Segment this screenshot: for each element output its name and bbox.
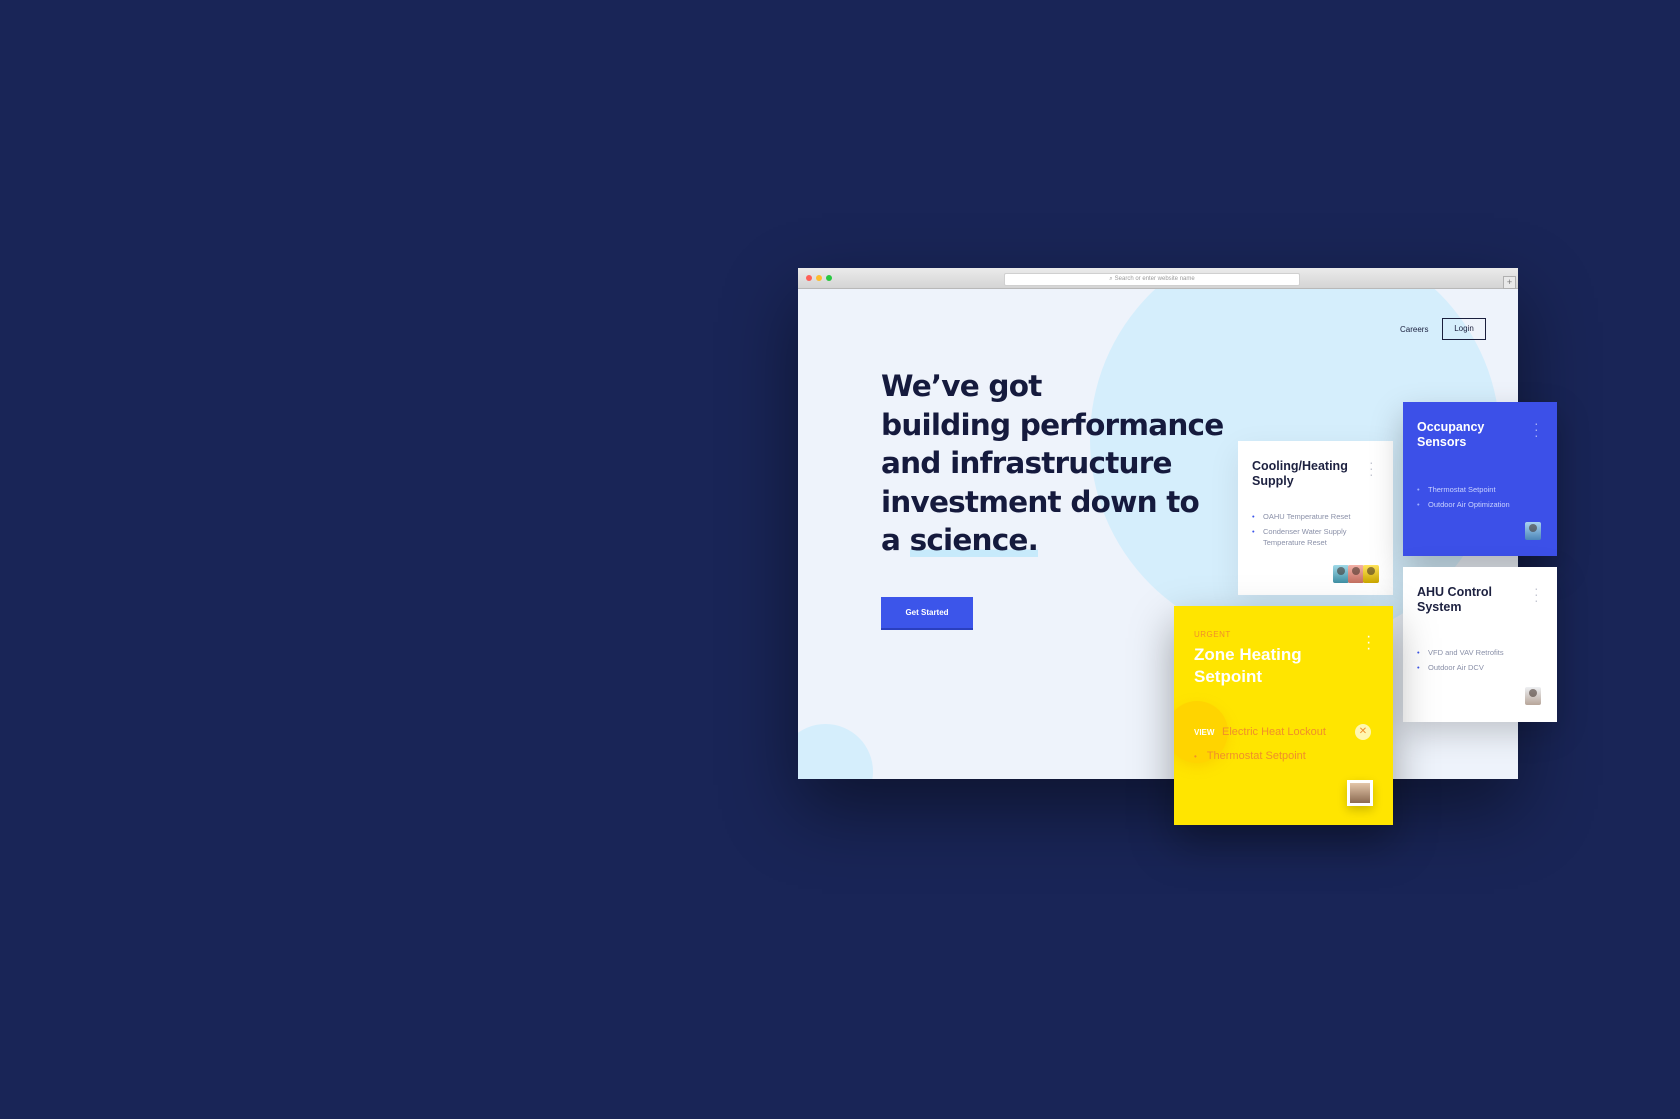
view-link[interactable]: VIEW [1194, 728, 1214, 737]
urgent-tag: URGENT [1194, 630, 1231, 639]
new-tab-button[interactable]: + [1503, 276, 1516, 289]
avatar [1363, 565, 1379, 583]
card-list: Thermostat Setpoint Outdoor Air Optimiza… [1417, 484, 1547, 514]
more-vertical-icon[interactable]: · · · [1534, 581, 1539, 607]
more-vertical-icon[interactable]: · · · [1366, 629, 1371, 657]
close-window-button[interactable] [806, 275, 812, 281]
headline-line-4: investment down to [881, 484, 1200, 519]
avatar [1348, 565, 1364, 583]
card-title: Cooling/Heating Supply [1252, 459, 1348, 488]
avatar [1525, 687, 1541, 705]
list-item: VFD and VAV Retrofits [1417, 647, 1547, 658]
address-bar[interactable]: ⌕ Search or enter website name [1004, 273, 1300, 286]
get-started-button[interactable]: Get Started [881, 597, 973, 628]
card-list: VFD and VAV Retrofits Outdoor Air DCV [1417, 647, 1547, 677]
more-vertical-icon[interactable]: · · · [1369, 455, 1374, 481]
list-item: Outdoor Air Optimization [1417, 499, 1547, 510]
more-vertical-icon[interactable]: · · · [1534, 416, 1539, 442]
avatar [1525, 522, 1541, 540]
list-item[interactable]: Electric Heat Lockout [1222, 726, 1326, 738]
list-item: • Thermostat Setpoint [1194, 750, 1306, 762]
minimize-window-button[interactable] [816, 275, 822, 281]
list-item-label: Thermostat Setpoint [1206, 750, 1306, 762]
card-title: AHU Control System [1417, 585, 1492, 614]
card-title: Zone Heating Setpoint [1194, 645, 1302, 686]
maximize-window-button[interactable] [826, 275, 832, 281]
card-title: Occupancy Sensors [1417, 420, 1485, 449]
ahu-control-card[interactable]: AHU Control System ··· VFD and VAV Retro… [1403, 567, 1557, 722]
headline-highlight: science. [909, 523, 1039, 557]
close-icon[interactable]: ✕ [1355, 724, 1371, 740]
headline-line-3: and infrastructure [881, 446, 1172, 480]
zone-heating-card[interactable]: URGENT Zone Heating Setpoint · · · VIEW El… [1174, 606, 1393, 825]
nav-careers-link[interactable]: Careers [1400, 325, 1428, 334]
login-button[interactable]: Login [1442, 318, 1486, 340]
headline-line-5-prefix: a [881, 523, 910, 557]
search-icon: ⌕ [1109, 276, 1113, 282]
decorative-circle-small [798, 724, 873, 779]
list-item: Condenser Water Supply Temperature Reset [1252, 526, 1382, 548]
bullet-icon: • [1194, 752, 1197, 761]
occupancy-sensors-card[interactable]: Occupancy Sensors ··· Thermostat Setpoin… [1403, 402, 1557, 556]
browser-titlebar: ⌕ Search or enter website name + [798, 268, 1518, 289]
list-item: OAHU Temperature Reset [1252, 511, 1382, 522]
cooling-heating-card[interactable]: Cooling/Heating Supply ··· OAHU Temperat… [1238, 441, 1393, 595]
hero-headline: We’ve got building performance and infra… [881, 367, 1241, 560]
headline-line-5: a science. [881, 521, 1241, 560]
headline-line-1: We’ve got [881, 369, 1042, 403]
address-placeholder: Search or enter website name [1114, 276, 1195, 282]
list-item: Thermostat Setpoint [1417, 484, 1547, 495]
avatar [1333, 565, 1349, 583]
avatar [1347, 780, 1373, 806]
list-item: Outdoor Air DCV [1417, 662, 1547, 673]
headline-line-2: building performance [881, 407, 1224, 442]
card-list: OAHU Temperature Reset Condenser Water S… [1252, 511, 1382, 552]
